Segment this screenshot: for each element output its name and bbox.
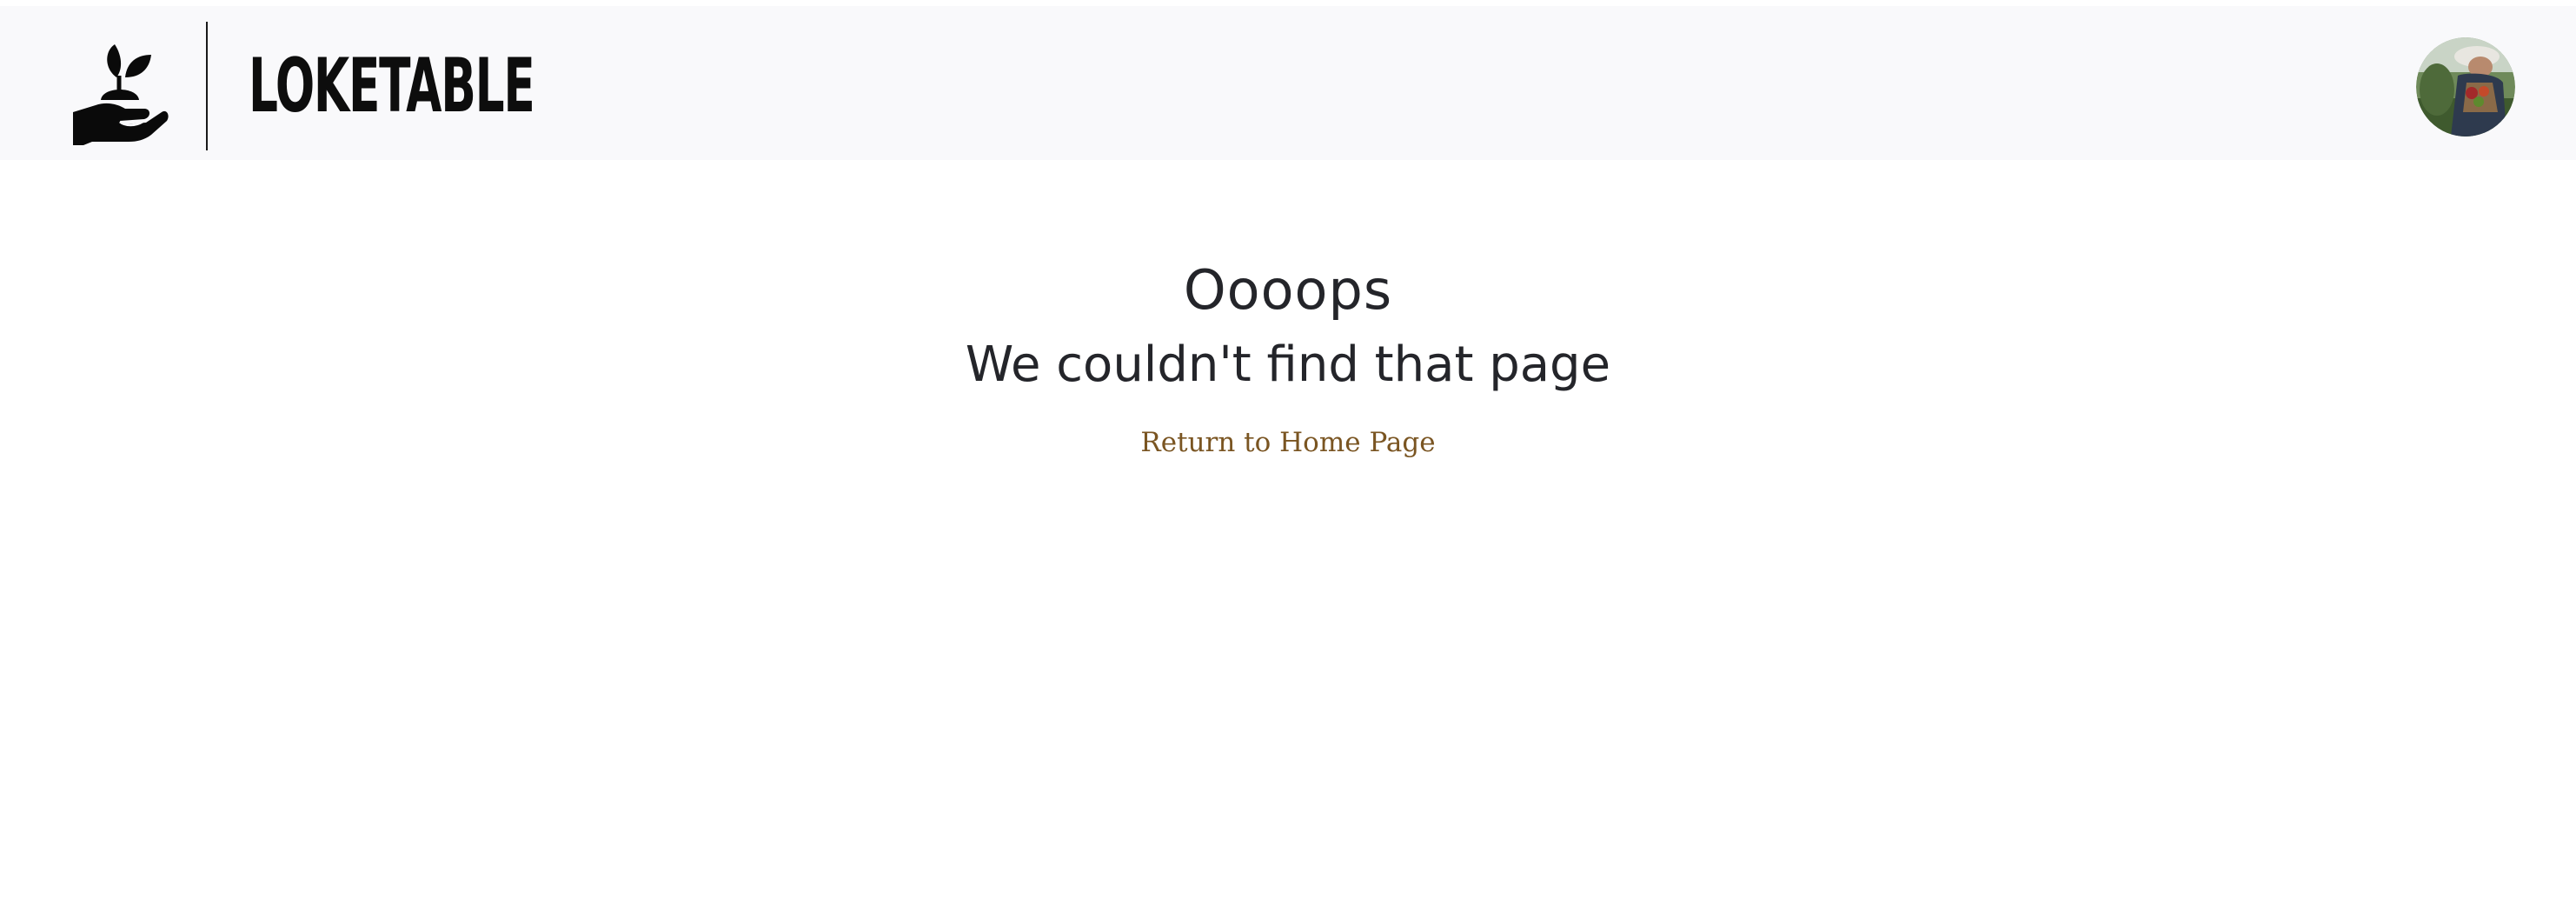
page-title: Oooops (1183, 258, 1393, 322)
page-subtitle: We couldn't find that page (965, 336, 1611, 393)
user-avatar-photo (2416, 37, 2515, 137)
hand-holding-seedling-icon[interactable] (71, 39, 169, 145)
return-home-link[interactable]: Return to Home Page (0, 423, 2576, 463)
logo-divider (206, 22, 208, 150)
user-avatar[interactable] (2416, 37, 2515, 137)
top-navigation-bar: LOKETABLE (0, 6, 2576, 160)
brand-name[interactable]: LOKETABLE (249, 39, 535, 133)
